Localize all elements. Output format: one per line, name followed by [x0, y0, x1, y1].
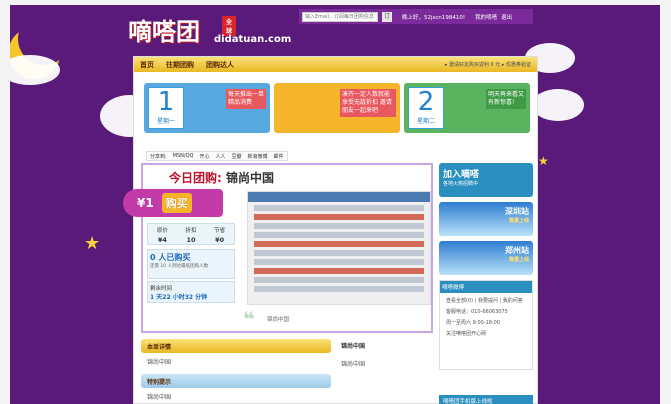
banner-text: 明天再来看又有新惊喜! — [486, 89, 526, 109]
follow-link[interactable]: 关注嘀嗒团开心网 — [446, 330, 526, 337]
today-deal: 今日团购: 锦尚中国 ¥1 购买 原价 ¥4 折扣 10 节省 ¥0 0 人已购买 还… — [123, 163, 433, 333]
logo-badge: 全球 — [222, 16, 237, 36]
buyer-count: 0 人已购买 还需 10 人到达最低团购人数 — [147, 249, 235, 279]
day-label: 星期一 — [156, 118, 175, 125]
logout-link[interactable]: 退出 — [501, 13, 512, 21]
share-kaixin[interactable]: 开心 — [199, 153, 209, 160]
join-us-banner[interactable]: 加入嘀嗒 各地火热招聘中 — [439, 163, 533, 197]
share-sina-weibo[interactable]: 新浪微博 — [248, 153, 268, 160]
share-douban[interactable]: 豆瓣 — [232, 153, 242, 160]
logo-domain: didatuan.com — [214, 34, 292, 45]
contact-phone: 客服电话：010-66063075 — [446, 309, 508, 315]
day-card: 2 星期二 — [408, 87, 444, 129]
share-email[interactable]: 邮件 — [274, 153, 284, 160]
day-label: 星期二 — [416, 118, 435, 125]
main-content: 首页 往期团购 团购达人 ▸ 邀请好友购买返利 0 元 ▸ 优惠券验证 1 星期… — [123, 56, 538, 404]
deal-title: 今日团购: 锦尚中国 — [169, 169, 274, 186]
nav-item-past-deals[interactable]: 往期团购 — [166, 60, 194, 70]
deal-stats: 原价 ¥4 折扣 10 节省 ¥0 — [147, 223, 235, 245]
nav-item-experts[interactable]: 团购达人 — [206, 60, 234, 70]
join-subtitle: 各地火热招聘中 — [443, 181, 479, 187]
city-name: 深圳站 — [505, 207, 529, 216]
banner-panel-2: 凑齐一定人数就能享受无敌折扣 邀请朋友一起来吧 — [274, 83, 400, 133]
greeting-text: 晚上好，52jscn198410! — [402, 14, 466, 21]
weibo-links[interactable]: 查看全部(0) | 我要提问 | 我的问答 — [446, 297, 526, 304]
share-renren[interactable]: 人人 — [216, 153, 226, 160]
banner-panel-1: 1 星期一 每天推出一单精品消费 — [144, 83, 270, 133]
price-tag: ¥1 购买 — [123, 189, 223, 217]
stat-discount: 折扣 10 — [185, 228, 197, 244]
weibo-title: 嘀嗒微博 — [440, 281, 532, 293]
cloud-decoration — [10, 55, 60, 85]
deal-details: 本单详情 锦尚中国 特别提示 锦尚中国 锦尚中国 锦尚中国 — [141, 339, 433, 404]
quote-icon: ❝ — [243, 307, 255, 331]
timer-label: 剩余时间 — [150, 286, 173, 292]
share-bar: 分享到: MSN/QQ 开心 人人 豆瓣 新浪微博 邮件 — [146, 151, 288, 161]
stat-original-price: 原价 ¥4 — [156, 228, 168, 244]
cloud-decoration — [532, 89, 584, 121]
day-number: 1 — [157, 87, 175, 117]
day-number: 2 — [417, 87, 435, 117]
city-name: 郑州站 — [505, 246, 529, 255]
timer-value: 1 天22 小时32 分钟 — [150, 294, 208, 301]
top-bar: 订 晚上好，52jscn198410! 我的嘀嗒 退出 — [299, 9, 533, 24]
tips-text: 锦尚中国 — [147, 394, 172, 401]
zhengzhou-banner[interactable]: 郑州站 隆重上线 — [439, 241, 533, 275]
mobile-app-banner[interactable]: 嘀嗒团手机版上线啦 — [439, 395, 533, 404]
subscribe-button[interactable]: 订 — [382, 11, 392, 22]
banner-text: 凑齐一定人数就能享受无敌折扣 邀请朋友一起来吧 — [340, 89, 396, 117]
share-label: 分享到: — [150, 153, 167, 160]
banner-text: 每天推出一单精品消费 — [226, 89, 266, 109]
countdown-timer: 剩余时间 1 天22 小时32 分钟 — [147, 281, 235, 303]
how-it-works-banner: 1 星期一 每天推出一单精品消费 凑齐一定人数就能享受无敌折扣 邀请朋友一起来吧… — [144, 83, 530, 133]
nav-item-home[interactable]: 首页 — [140, 60, 154, 70]
merchant-text: 锦尚中国 — [341, 361, 366, 368]
weibo-box: 嘀嗒微博 查看全部(0) | 我要提问 | 我的问答 客服电话：010-6606… — [439, 280, 533, 370]
logo-text: 嘀嗒团 — [128, 18, 200, 46]
city-subtitle: 隆重上线 — [508, 218, 529, 224]
star-icon: ★ — [538, 154, 549, 168]
site-logo[interactable]: 嘀嗒团 全球 didatuan.com — [128, 12, 291, 47]
deal-title-name: 锦尚中国 — [226, 171, 275, 185]
buyers-text: 0 人已购买 — [150, 253, 191, 262]
tips-header: 特别提示 — [141, 374, 331, 388]
city-subtitle: 隆重上线 — [508, 257, 529, 263]
service-hours: 周一至周六 9:00-18:00 — [446, 320, 501, 326]
deal-image[interactable] — [247, 191, 431, 305]
deal-price: ¥1 — [137, 196, 154, 210]
join-title: 加入嘀嗒 — [443, 170, 480, 180]
email-subscribe-input[interactable] — [302, 11, 378, 22]
buy-button[interactable]: 购买 — [161, 193, 192, 213]
day-card: 1 星期一 — [148, 87, 184, 129]
detail-header: 本单详情 — [141, 339, 331, 353]
deal-title-prefix: 今日团购: — [169, 171, 222, 185]
star-icon: ★ — [84, 233, 101, 254]
banner-panel-3: 2 星期二 明天再来看又有新惊喜! — [404, 83, 530, 133]
shenzhen-banner[interactable]: 深圳站 隆重上线 — [439, 202, 533, 236]
main-nav: 首页 往期团购 团购达人 ▸ 邀请好友购买返利 0 元 ▸ 优惠券验证 — [134, 57, 537, 72]
stat-savings: 节省 ¥0 — [214, 228, 226, 244]
detail-text: 锦尚中国 — [147, 359, 172, 366]
buyers-note: 还需 10 人到达最低团购人数 — [150, 264, 209, 269]
quote-text: 锦尚中国 — [267, 317, 290, 323]
share-msn-qq[interactable]: MSN/QQ — [173, 153, 194, 159]
sidebar: 加入嘀嗒 各地火热招聘中 深圳站 隆重上线 郑州站 隆重上线 嘀嗒微博 查看全部… — [439, 163, 533, 370]
merchant-title: 锦尚中国 — [341, 343, 366, 350]
my-account-link[interactable]: 我的嘀嗒 — [475, 13, 497, 21]
nav-right-links[interactable]: ▸ 邀请好友购买返利 0 元 ▸ 优惠券验证 — [445, 61, 531, 68]
